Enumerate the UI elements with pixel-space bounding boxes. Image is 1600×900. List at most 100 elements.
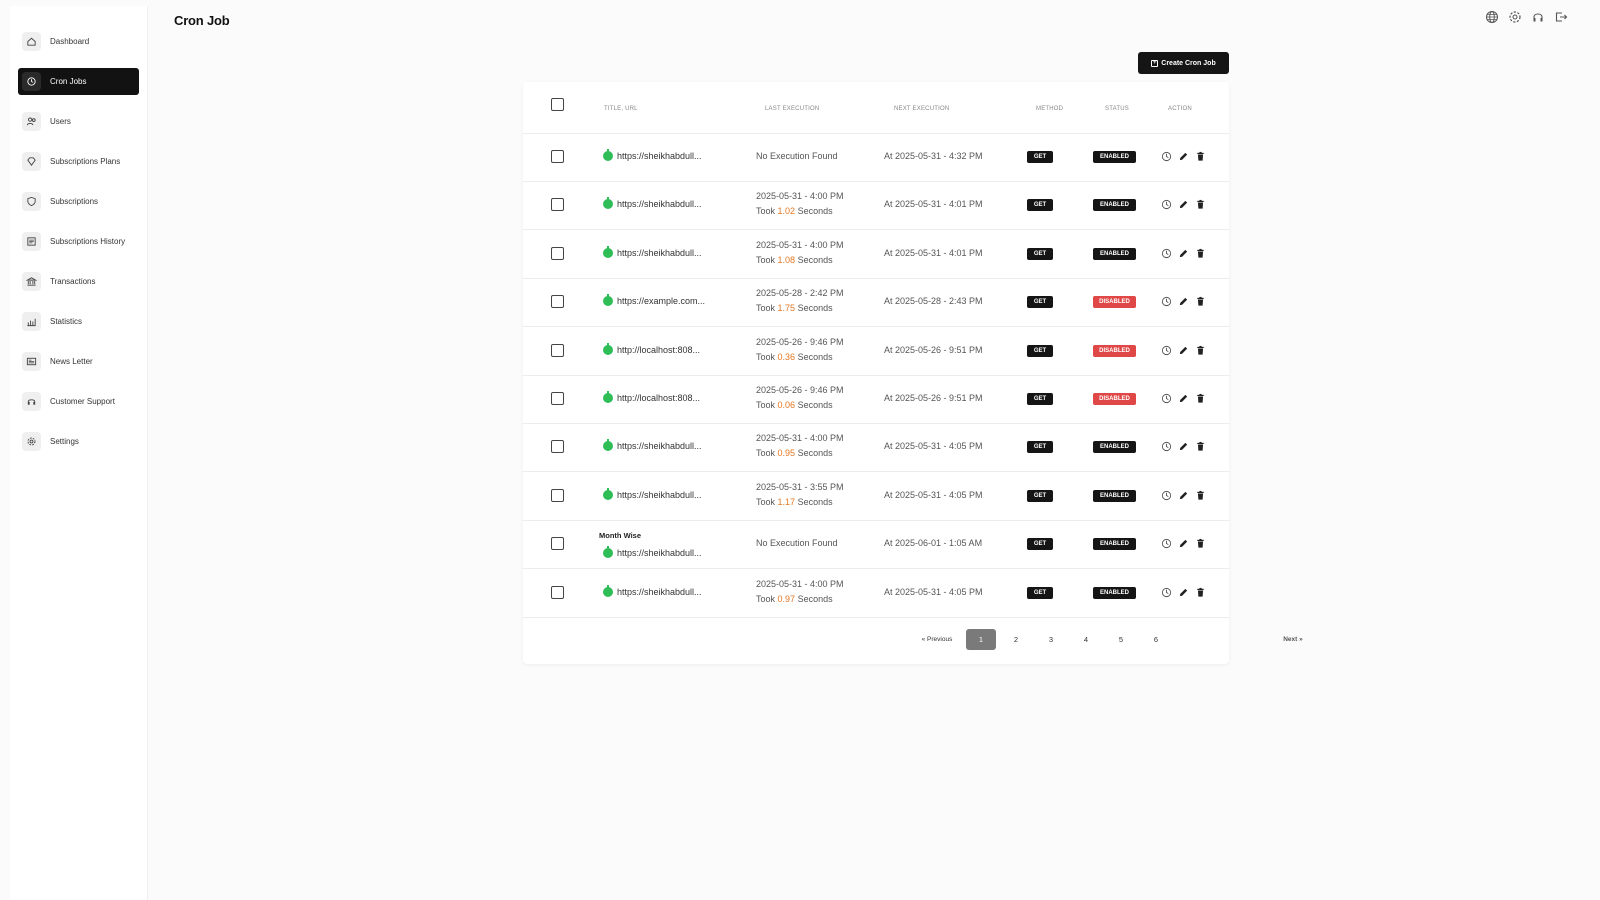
- history-icon[interactable]: [1161, 248, 1172, 259]
- select-all-checkbox[interactable]: [551, 98, 564, 111]
- history-icon[interactable]: [1161, 538, 1172, 549]
- row-checkbox[interactable]: [551, 198, 564, 212]
- sidebar-item-customer-support[interactable]: Customer Support: [18, 388, 139, 415]
- row-checkbox[interactable]: [551, 392, 564, 405]
- sidebar-item-label: Settings: [50, 437, 79, 446]
- row-checkbox[interactable]: [551, 440, 564, 454]
- edit-icon[interactable]: [1178, 151, 1189, 162]
- took-suffix: Seconds: [797, 496, 833, 507]
- cron-url[interactable]: https://sheikhabdull...: [603, 546, 702, 559]
- history-icon[interactable]: [1161, 587, 1172, 598]
- edit-icon[interactable]: [1178, 296, 1189, 307]
- sidebar-item-statistics[interactable]: Statistics: [18, 308, 139, 335]
- sidebar-item-users[interactable]: Users: [18, 108, 139, 135]
- page-button-2[interactable]: 2: [1001, 629, 1031, 650]
- row-actions: [1161, 248, 1206, 259]
- next-execution: At 2025-05-31 - 4:05 PM: [884, 441, 983, 452]
- edit-icon[interactable]: [1178, 490, 1189, 501]
- status-badge[interactable]: ENABLED: [1093, 586, 1136, 599]
- history-icon[interactable]: [1161, 441, 1172, 452]
- sidebar-item-transactions[interactable]: Transactions: [18, 268, 139, 295]
- took-suffix: Seconds: [797, 254, 833, 265]
- create-cron-job-button[interactable]: + Create Cron Job: [1138, 52, 1229, 74]
- last-execution-time: 2025-05-28 - 2:42 PM: [756, 288, 844, 299]
- edit-icon[interactable]: [1178, 248, 1189, 259]
- delete-icon[interactable]: [1195, 199, 1206, 210]
- page-button-6[interactable]: 6: [1141, 629, 1171, 650]
- history-icon[interactable]: [1161, 393, 1172, 404]
- took-suffix: Seconds: [797, 400, 833, 410]
- delete-icon[interactable]: [1195, 538, 1206, 549]
- sidebar-item-cron-jobs[interactable]: Cron Jobs: [18, 68, 139, 95]
- sidebar-item-label: Subscriptions: [50, 197, 99, 206]
- edit-icon[interactable]: [1178, 345, 1189, 356]
- status-badge[interactable]: ENABLED: [1093, 199, 1136, 212]
- status-badge[interactable]: ENABLED: [1093, 151, 1136, 163]
- previous-page-button[interactable]: « Previous: [908, 629, 966, 650]
- cron-url[interactable]: https://example.com...: [603, 294, 705, 307]
- edit-icon[interactable]: [1178, 441, 1189, 452]
- row-checkbox[interactable]: [551, 343, 564, 357]
- edit-icon[interactable]: [1178, 538, 1189, 549]
- history-icon[interactable]: [1161, 151, 1172, 162]
- status-badge[interactable]: ENABLED: [1093, 247, 1136, 260]
- cron-url[interactable]: http://localhost:808...: [603, 342, 700, 355]
- row-checkbox[interactable]: [551, 246, 564, 260]
- took-value: 1.17: [777, 496, 796, 507]
- delete-icon[interactable]: [1195, 248, 1206, 259]
- page-button-5[interactable]: 5: [1106, 629, 1136, 650]
- history-icon[interactable]: [1161, 345, 1172, 356]
- cron-url[interactable]: https://sheikhabdull...: [603, 149, 702, 161]
- status-badge[interactable]: ENABLED: [1093, 538, 1136, 551]
- delete-icon[interactable]: [1195, 151, 1206, 162]
- cron-url-text: https://sheikhabdull...: [617, 151, 702, 161]
- sidebar-item-settings[interactable]: Settings: [18, 428, 139, 455]
- page-button-4[interactable]: 4: [1071, 629, 1101, 650]
- edit-icon[interactable]: [1178, 393, 1189, 404]
- delete-icon[interactable]: [1195, 345, 1206, 356]
- status-badge[interactable]: ENABLED: [1093, 441, 1136, 454]
- sidebar-item-news-letter[interactable]: News Letter: [18, 348, 139, 375]
- delete-icon[interactable]: [1195, 490, 1206, 501]
- globe-icon[interactable]: [1484, 9, 1499, 24]
- last-execution-time: 2025-05-31 - 4:00 PM: [756, 433, 844, 444]
- row-checkbox[interactable]: [551, 585, 564, 599]
- delete-icon[interactable]: [1195, 441, 1206, 452]
- logout-icon[interactable]: [1553, 9, 1568, 24]
- row-checkbox[interactable]: [551, 488, 564, 502]
- headset-icon[interactable]: [1530, 9, 1545, 24]
- cron-url[interactable]: http://localhost:808...: [603, 391, 700, 403]
- delete-icon[interactable]: [1195, 296, 1206, 307]
- delete-icon[interactable]: [1195, 587, 1206, 598]
- page-button-1[interactable]: 1: [966, 629, 996, 650]
- gear-icon[interactable]: [1507, 9, 1522, 24]
- cron-url[interactable]: https://sheikhabdull...: [603, 584, 702, 597]
- status-badge[interactable]: DISABLED: [1093, 393, 1136, 405]
- row-checkbox[interactable]: [551, 150, 564, 163]
- next-page-button[interactable]: Next »: [1273, 629, 1313, 650]
- delete-icon[interactable]: [1195, 393, 1206, 404]
- page-button-3[interactable]: 3: [1036, 629, 1066, 650]
- sidebar-item-subscriptions[interactable]: Subscriptions: [18, 188, 139, 215]
- edit-icon[interactable]: [1178, 199, 1189, 210]
- row-actions: [1161, 587, 1206, 598]
- status-badge[interactable]: DISABLED: [1093, 344, 1136, 357]
- cron-url-text: https://sheikhabdull...: [617, 489, 702, 500]
- sidebar-item-subscriptions-history[interactable]: Subscriptions History: [18, 228, 139, 255]
- took-prefix: Took: [756, 254, 776, 265]
- status-badge[interactable]: DISABLED: [1093, 296, 1136, 309]
- row-checkbox[interactable]: [551, 537, 564, 551]
- cron-url[interactable]: https://sheikhabdull...: [603, 439, 702, 452]
- edit-icon[interactable]: [1178, 587, 1189, 598]
- history-icon[interactable]: [1161, 296, 1172, 307]
- status-badge[interactable]: ENABLED: [1093, 489, 1136, 502]
- history-icon[interactable]: [1161, 490, 1172, 501]
- cron-url[interactable]: https://sheikhabdull...: [603, 245, 702, 258]
- sidebar-item-dashboard[interactable]: Dashboard: [18, 28, 139, 55]
- took-prefix: Took: [756, 206, 776, 217]
- history-icon[interactable]: [1161, 199, 1172, 210]
- cron-url[interactable]: https://sheikhabdull...: [603, 197, 702, 210]
- sidebar-item-subscriptions-plans[interactable]: Subscriptions Plans: [18, 148, 139, 175]
- cron-url[interactable]: https://sheikhabdull...: [603, 487, 702, 500]
- row-checkbox[interactable]: [551, 295, 564, 309]
